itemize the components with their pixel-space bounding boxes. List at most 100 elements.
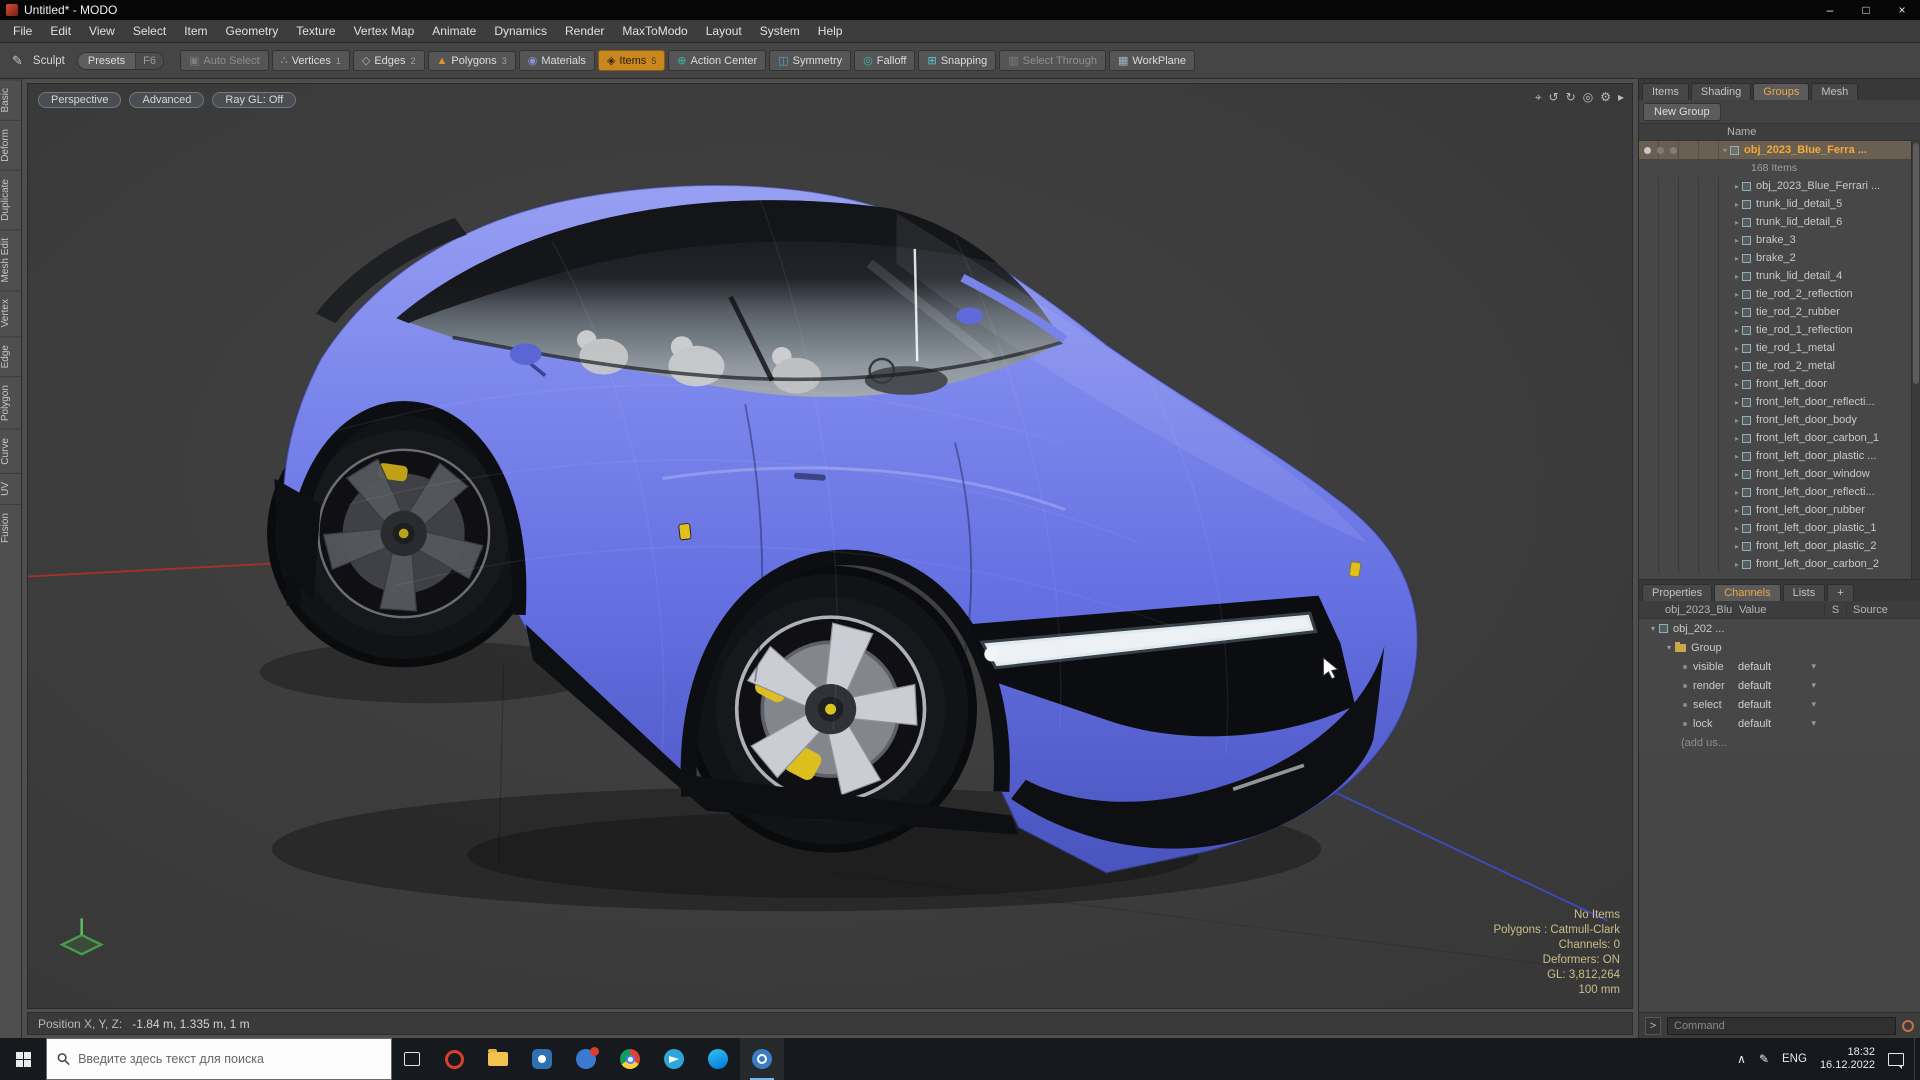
- expander-icon[interactable]: ▸: [1735, 236, 1739, 245]
- list-item[interactable]: ▸ front_left_door_reflecti...: [1639, 483, 1920, 501]
- expander-icon[interactable]: ▸: [1735, 308, 1739, 317]
- toolbox-tab[interactable]: Mesh Edit: [0, 228, 21, 291]
- target-icon[interactable]: ⌖: [1535, 90, 1542, 105]
- pen-icon[interactable]: ✎: [1759, 1052, 1769, 1066]
- list-item[interactable]: ▸ front_left_door: [1639, 375, 1920, 393]
- list-item[interactable]: ▸ front_left_door_window: [1639, 465, 1920, 483]
- toolbox-tab[interactable]: Fusion: [0, 503, 21, 551]
- viewport-settings-icon[interactable]: ⚙: [1600, 90, 1611, 105]
- lock-toggle-icon[interactable]: [1670, 146, 1677, 154]
- list-item[interactable]: ▸ front_left_door_plastic_2: [1639, 537, 1920, 555]
- mode-button[interactable]: ∴ Vertices 1: [271, 50, 350, 71]
- panel-tab[interactable]: Properties: [1642, 584, 1713, 601]
- mode-button[interactable]: ⊕ Action Center: [668, 50, 767, 71]
- expander-icon[interactable]: ▸: [1735, 416, 1739, 425]
- expander-icon[interactable]: ▸: [1735, 344, 1739, 353]
- command-input[interactable]: [1667, 1016, 1896, 1035]
- expander-icon[interactable]: ▸: [1735, 218, 1739, 227]
- channel-row[interactable]: lock default ▾: [1639, 714, 1920, 733]
- viewport-3d[interactable]: Perspective Advanced Ray GL: Off ⌖ ↺ ↻ ◎ ⚙ ▸ No…: [27, 83, 1633, 1009]
- expander-icon[interactable]: ▸: [1735, 524, 1739, 533]
- list-item[interactable]: ▸ tie_rod_2_metal: [1639, 357, 1920, 375]
- menu-item[interactable]: Geometry: [217, 21, 288, 41]
- channel-tree-root[interactable]: ▾ obj_202 ...: [1639, 619, 1920, 638]
- list-item[interactable]: ▸ trunk_lid_detail_6: [1639, 213, 1920, 231]
- list-item[interactable]: ▸ front_left_door_body: [1639, 411, 1920, 429]
- expander-icon[interactable]: ▸: [1735, 182, 1739, 191]
- panel-tab[interactable]: Mesh: [1811, 83, 1859, 100]
- menu-item[interactable]: Animate: [423, 21, 485, 41]
- mode-button[interactable]: ◇ Edges 2: [352, 50, 425, 71]
- expander-icon[interactable]: ▸: [1735, 398, 1739, 407]
- channel-value-dropdown[interactable]: default ▾: [1732, 699, 1824, 711]
- list-item[interactable]: ▸ brake_2: [1639, 249, 1920, 267]
- toolbox-tab[interactable]: Deform: [0, 120, 21, 171]
- taskbar-clock[interactable]: 18:32 16.12.2022: [1820, 1046, 1875, 1072]
- panel-tab[interactable]: Lists: [1782, 584, 1826, 601]
- messenger-app-button[interactable]: [564, 1038, 608, 1080]
- new-group-button[interactable]: New Group: [1643, 102, 1721, 121]
- edge-button[interactable]: [696, 1038, 740, 1080]
- menu-item[interactable]: Help: [809, 21, 852, 41]
- panel-tab[interactable]: Items: [1642, 83, 1689, 100]
- file-explorer-button[interactable]: [476, 1038, 520, 1080]
- menu-item[interactable]: Render: [556, 21, 613, 41]
- show-desktop-button[interactable]: [1914, 1038, 1920, 1080]
- expander-icon[interactable]: ▸: [1735, 254, 1739, 263]
- list-item[interactable]: ▸ front_left_door_carbon_1: [1639, 429, 1920, 447]
- sculpt-icon[interactable]: ✎: [8, 51, 27, 71]
- visibility-eye-icon[interactable]: [1644, 146, 1651, 154]
- toolbox-tab[interactable]: Curve: [0, 429, 21, 473]
- macro-record-icon[interactable]: [1902, 1019, 1914, 1032]
- list-item[interactable]: ▸ front_left_door_plastic ...: [1639, 447, 1920, 465]
- expander-icon[interactable]: ▸: [1735, 362, 1739, 371]
- menu-item[interactable]: Texture: [287, 21, 344, 41]
- menu-item[interactable]: MaxToModo: [613, 21, 696, 41]
- panel-tab[interactable]: Groups: [1753, 83, 1810, 100]
- items-scrollbar[interactable]: [1911, 141, 1920, 579]
- list-item[interactable]: ▸ tie_rod_1_reflection: [1639, 321, 1920, 339]
- render-toggle-icon[interactable]: [1657, 146, 1664, 154]
- expander-icon[interactable]: ▸: [1735, 452, 1739, 461]
- list-item[interactable]: ▸ tie_rod_2_rubber: [1639, 303, 1920, 321]
- tray-chevron-icon[interactable]: ∧: [1737, 1052, 1746, 1066]
- expander-icon[interactable]: ▸: [1735, 326, 1739, 335]
- toolbox-tab[interactable]: Polygon: [0, 376, 21, 430]
- minimize-button[interactable]: –: [1812, 0, 1848, 20]
- channel-value-dropdown[interactable]: default ▾: [1732, 718, 1824, 730]
- mode-button[interactable]: ⊞ Snapping: [918, 50, 997, 71]
- list-item[interactable]: ▸ obj_2023_Blue_Ferrari ...: [1639, 177, 1920, 195]
- channel-row[interactable]: select default ▾: [1639, 695, 1920, 714]
- list-item[interactable]: ▸ front_left_door_reflecti...: [1639, 393, 1920, 411]
- channel-row[interactable]: render default ▾: [1639, 676, 1920, 695]
- toolbox-tab[interactable]: Vertex: [0, 290, 21, 336]
- viewport-mode-pill[interactable]: Advanced: [129, 92, 205, 108]
- presets-button[interactable]: Presets F6: [76, 51, 165, 70]
- mode-button[interactable]: ▣ Auto Select: [180, 50, 269, 71]
- camera-app-button[interactable]: [520, 1038, 564, 1080]
- search-input[interactable]: [78, 1052, 381, 1066]
- notification-center-icon[interactable]: [1888, 1052, 1904, 1069]
- collapse-arrow-icon[interactable]: ▸: [1618, 90, 1624, 105]
- list-item[interactable]: ▸ trunk_lid_detail_5: [1639, 195, 1920, 213]
- shading-icon[interactable]: ◎: [1583, 90, 1593, 105]
- menu-item[interactable]: File: [4, 21, 41, 41]
- toolbox-tab[interactable]: Duplicate: [0, 170, 21, 229]
- mode-button[interactable]: ▦ WorkPlane: [1109, 50, 1196, 71]
- list-item[interactable]: ▸ front_left_door_rubber: [1639, 501, 1920, 519]
- menu-item[interactable]: Layout: [697, 21, 751, 41]
- toolbox-tab[interactable]: Basic: [0, 79, 21, 121]
- task-view-button[interactable]: [392, 1038, 432, 1080]
- list-item[interactable]: ▸ front_left_door_carbon_2: [1639, 555, 1920, 573]
- mode-button[interactable]: ◉ Materials: [518, 50, 595, 71]
- expander-icon[interactable]: ▸: [1735, 200, 1739, 209]
- menu-item[interactable]: System: [751, 21, 809, 41]
- add-user-channel-row[interactable]: (add us...: [1639, 733, 1920, 752]
- list-item[interactable]: ▸ front_left_door_plastic_1: [1639, 519, 1920, 537]
- telegram-button[interactable]: [652, 1038, 696, 1080]
- expander-icon[interactable]: ▸: [1735, 380, 1739, 389]
- maximize-button[interactable]: □: [1848, 0, 1884, 20]
- viewport-mode-pill[interactable]: Perspective: [38, 92, 122, 108]
- channel-row[interactable]: visible default ▾: [1639, 657, 1920, 676]
- orbit-ccw-icon[interactable]: ↺: [1549, 90, 1559, 105]
